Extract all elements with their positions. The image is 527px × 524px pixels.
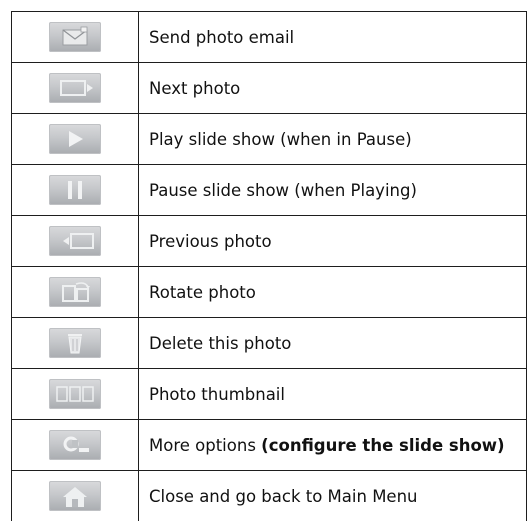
description-text: Delete this photo: [149, 333, 292, 353]
description-cell: Send photo email: [138, 11, 527, 63]
table-row: Pause slide show (when Playing): [11, 164, 527, 216]
icon-cell: [11, 62, 139, 114]
description-text: Rotate photo: [149, 282, 256, 302]
icon-cell: [11, 266, 139, 318]
description-cell: Close and go back to Main Menu: [138, 470, 527, 521]
icon-cell: [11, 317, 139, 369]
home-icon: [49, 481, 101, 511]
table-row: Rotate photo: [11, 266, 527, 318]
table-row: Send photo email: [11, 11, 527, 63]
table-row: Next photo: [11, 62, 527, 114]
description-cell: Photo thumbnail: [138, 368, 527, 420]
description-cell: Pause slide show (when Playing): [138, 164, 527, 216]
description-cell: Delete this photo: [138, 317, 527, 369]
rotate-photo-icon: [49, 277, 101, 307]
description-text: Previous photo: [149, 231, 272, 251]
table-row: Play slide show (when in Pause): [11, 113, 527, 165]
description-text: Photo thumbnail: [149, 384, 285, 404]
table-row: Previous photo: [11, 215, 527, 267]
play-icon: [49, 124, 101, 154]
description-text: More options: [149, 435, 262, 455]
description-text: Play slide show (when in Pause): [149, 129, 412, 149]
icon-cell: [11, 11, 139, 63]
description-text: Pause slide show (when Playing): [149, 180, 417, 200]
table-row: Photo thumbnail: [11, 368, 527, 420]
description-cell: Play slide show (when in Pause): [138, 113, 527, 165]
table-row: More options (configure the slide show): [11, 419, 527, 471]
description-cell: More options (configure the slide show): [138, 419, 527, 471]
next-photo-icon: [49, 73, 101, 103]
description-text: Close and go back to Main Menu: [149, 486, 418, 506]
more-options-icon: [49, 430, 101, 460]
pause-icon: [49, 175, 101, 205]
delete-photo-icon: [49, 328, 101, 358]
description-text: Next photo: [149, 78, 241, 98]
description-cell: Next photo: [138, 62, 527, 114]
previous-photo-icon: [49, 226, 101, 256]
thumbnail-icon: [49, 379, 101, 409]
email-photo-icon: [49, 22, 101, 52]
icon-cell: [11, 164, 139, 216]
icon-legend-table: Send photo email Next photo Play slide s…: [11, 11, 527, 521]
description-cell: Rotate photo: [138, 266, 527, 318]
icon-cell: [11, 215, 139, 267]
icon-cell: [11, 419, 139, 471]
icon-cell: [11, 368, 139, 420]
icon-cell: [11, 470, 139, 521]
description-cell: Previous photo: [138, 215, 527, 267]
table-row: Close and go back to Main Menu: [11, 470, 527, 521]
description-text: Send photo email: [149, 27, 295, 47]
table-row: Delete this photo: [11, 317, 527, 369]
icon-cell: [11, 113, 139, 165]
description-bold-text: (configure the slide show): [261, 435, 505, 455]
